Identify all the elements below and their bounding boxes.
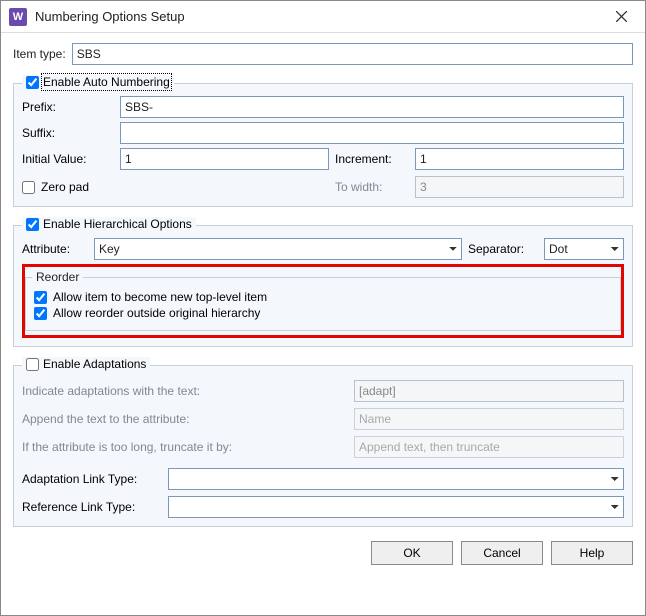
allow-outside-label: Allow reorder outside original hierarchy [53,306,260,320]
adaptations-toggle: Enable Adaptations [22,357,150,371]
allow-top-level-checkbox[interactable] [34,291,47,304]
reorder-legend: Reorder [32,270,83,284]
prefix-input[interactable] [120,96,624,118]
item-type-row: Item type: [13,43,633,65]
increment-label: Increment: [335,152,409,166]
indicate-input [354,380,624,402]
adaptations-fields: Indicate adaptations with the text: Appe… [22,380,624,458]
window-title: Numbering Options Setup [35,9,601,24]
allow-outside-checkbox[interactable] [34,307,47,320]
separator-select[interactable]: Dot [544,238,624,260]
hierarchical-attr-row: Attribute: Key Separator: Dot [22,238,624,260]
attribute-label: Attribute: [22,242,88,256]
zero-pad-label: Zero pad [41,180,89,194]
titlebar: W Numbering Options Setup [1,1,645,33]
enable-hierarchical-checkbox[interactable] [26,218,39,231]
suffix-label: Suffix: [22,126,114,140]
item-type-label: Item type: [13,47,66,61]
attribute-select[interactable]: Key [94,238,462,260]
allow-top-level-label: Allow item to become new top-level item [53,290,267,304]
close-icon [616,11,627,22]
separator-label: Separator: [468,242,538,256]
append-select: Name [354,408,624,430]
indicate-label: Indicate adaptations with the text: [22,384,348,398]
dialog-body: Item type: Enable Auto Numbering Prefix:… [1,33,645,615]
zero-pad-checkbox[interactable] [22,181,35,194]
link-type-grid: Adaptation Link Type: Reference Link Typ… [22,468,624,518]
adapt-link-label: Adaptation Link Type: [22,472,162,486]
cancel-button[interactable]: Cancel [461,541,543,565]
auto-numbering-group: Enable Auto Numbering Prefix: Suffix: In… [13,83,633,207]
prefix-suffix-grid: Prefix: Suffix: [22,96,624,144]
hierarchical-group: Enable Hierarchical Options Attribute: K… [13,225,633,347]
append-label: Append the text to the attribute: [22,412,348,426]
enable-auto-numbering-label: Enable Auto Numbering [43,75,170,89]
reorder-highlight: Reorder Allow item to become new top-lev… [22,264,624,338]
close-button[interactable] [601,3,641,31]
item-type-input[interactable] [72,43,633,65]
auto-numbering-toggle: Enable Auto Numbering [22,75,174,89]
enable-hierarchical-label: Enable Hierarchical Options [43,217,192,231]
truncate-label: If the attribute is too long, truncate i… [22,440,348,454]
ok-button[interactable]: OK [371,541,453,565]
initial-value-input[interactable] [120,148,329,170]
truncate-select: Append text, then truncate [354,436,624,458]
enable-adaptations-checkbox[interactable] [26,358,39,371]
ref-link-label: Reference Link Type: [22,500,162,514]
hierarchical-toggle: Enable Hierarchical Options [22,217,196,231]
initial-value-label: Initial Value: [22,152,114,166]
to-width-label: To width: [335,180,409,194]
reorder-fieldset: Reorder Allow item to become new top-lev… [25,277,621,331]
enable-adaptations-label: Enable Adaptations [43,357,146,371]
adaptations-group: Enable Adaptations Indicate adaptations … [13,365,633,527]
help-button[interactable]: Help [551,541,633,565]
suffix-input[interactable] [120,122,624,144]
button-bar: OK Cancel Help [13,535,633,565]
prefix-label: Prefix: [22,100,114,114]
to-width-input [415,176,624,198]
ref-link-select[interactable] [168,496,624,518]
app-icon: W [9,8,27,26]
dialog-window: W Numbering Options Setup Item type: Ena… [0,0,646,616]
enable-auto-numbering-checkbox[interactable] [26,76,39,89]
initial-increment-row: Initial Value: Increment: [22,148,624,170]
zero-pad-row: Zero pad To width: [22,176,624,198]
increment-input[interactable] [415,148,624,170]
adapt-link-select[interactable] [168,468,624,490]
